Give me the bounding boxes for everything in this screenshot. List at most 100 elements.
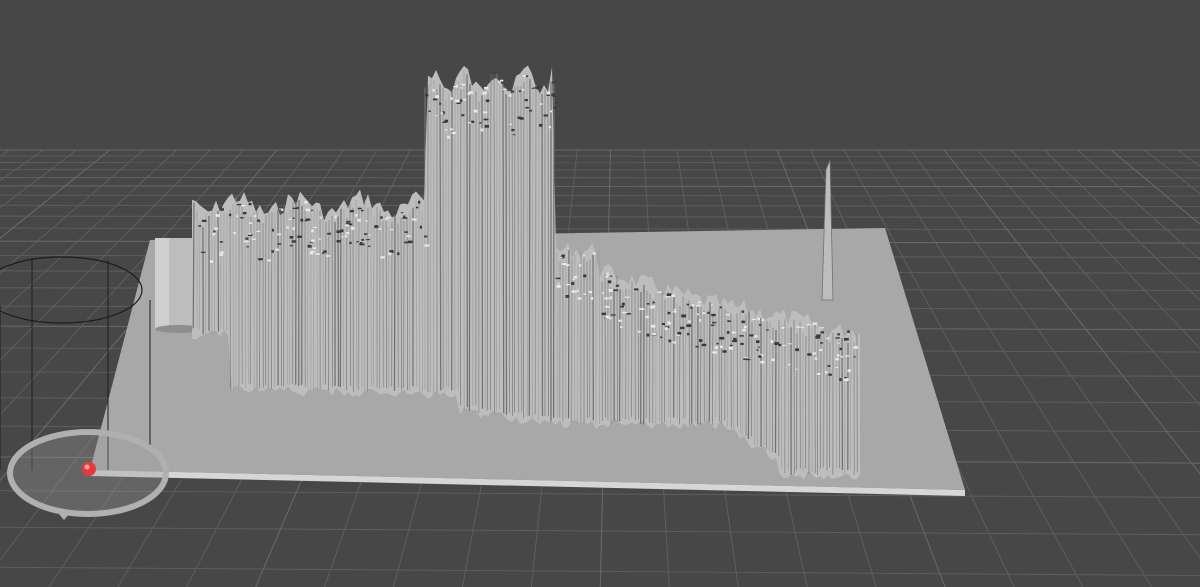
- model-striation: [339, 208, 342, 388]
- model-texture: [469, 91, 473, 94]
- model-texture: [696, 304, 701, 307]
- model-texture: [390, 228, 394, 231]
- model-striation: [267, 212, 270, 390]
- model-texture: [467, 122, 471, 124]
- model-texture: [291, 240, 297, 243]
- model-texture: [806, 323, 811, 326]
- model-texture: [843, 378, 849, 382]
- model-texture: [796, 326, 801, 328]
- model-texture: [839, 378, 842, 382]
- model-texture: [774, 342, 779, 345]
- model-texture: [267, 259, 272, 262]
- model-texture: [836, 353, 840, 357]
- model-texture: [728, 347, 734, 350]
- grid-line: [0, 194, 1200, 197]
- model-texture: [309, 251, 314, 255]
- model-texture: [482, 111, 488, 114]
- model-texture: [201, 219, 207, 222]
- model-texture: [340, 229, 344, 233]
- model-texture: [691, 304, 695, 307]
- model-texture: [565, 264, 570, 267]
- model-texture: [726, 331, 730, 334]
- model-texture: [311, 209, 314, 211]
- grid-line: [943, 149, 1200, 475]
- 3d-viewport[interactable]: [0, 0, 1200, 587]
- model-texture: [621, 302, 625, 306]
- model-texture: [218, 253, 224, 256]
- model-texture: [712, 351, 718, 354]
- model-texture: [650, 324, 656, 328]
- model-texture: [765, 329, 769, 331]
- model-texture: [649, 306, 655, 309]
- model-texture: [432, 98, 438, 101]
- model-texture: [620, 326, 623, 329]
- model-texture: [546, 94, 550, 96]
- model-texture: [781, 326, 785, 329]
- model-texture: [292, 207, 298, 210]
- grid-line: [0, 526, 1200, 536]
- model-texture: [605, 315, 610, 319]
- model-texture: [572, 278, 575, 281]
- model-texture: [315, 253, 320, 255]
- model-texture: [312, 247, 317, 250]
- model-texture: [853, 356, 856, 358]
- model-texture: [651, 333, 657, 336]
- model-texture: [511, 128, 515, 132]
- model-texture: [609, 317, 612, 320]
- model-texture: [646, 302, 650, 305]
- model-texture: [214, 227, 218, 230]
- model-texture: [741, 320, 745, 324]
- model-texture: [312, 226, 318, 228]
- model-texture: [729, 344, 733, 347]
- model-texture: [236, 215, 239, 217]
- model-texture: [667, 321, 670, 323]
- model-striation: [502, 83, 505, 414]
- model-texture: [483, 118, 489, 121]
- model-texture: [605, 305, 610, 308]
- model-texture: [271, 250, 274, 253]
- model-texture: [336, 240, 341, 243]
- model-texture: [839, 347, 843, 351]
- model-texture: [350, 226, 355, 230]
- model-texture: [607, 280, 612, 284]
- model-texture: [770, 340, 774, 344]
- model-texture: [435, 115, 438, 117]
- model-texture: [304, 201, 308, 204]
- model-texture: [522, 75, 527, 77]
- model-texture: [345, 224, 349, 227]
- model-texture: [816, 334, 821, 337]
- model-texture: [731, 331, 736, 334]
- model-texture: [565, 283, 570, 286]
- model-texture: [424, 235, 428, 238]
- model-texture: [253, 215, 257, 218]
- model-texture: [853, 346, 858, 349]
- model-texture: [449, 128, 453, 131]
- model-texture: [604, 297, 609, 300]
- model-texture: [365, 220, 369, 222]
- model-texture: [461, 114, 465, 117]
- model-texture: [576, 289, 579, 292]
- model-texture: [553, 96, 556, 98]
- model-texture: [716, 342, 719, 345]
- model-texture: [741, 310, 745, 313]
- model-texture: [424, 244, 430, 247]
- red-sphere-handle-icon[interactable]: [82, 462, 96, 476]
- model-texture: [561, 254, 566, 257]
- model-texture: [696, 313, 699, 316]
- model-texture: [657, 291, 662, 294]
- model-texture: [697, 301, 701, 304]
- model-texture: [820, 342, 823, 344]
- model-texture: [844, 376, 847, 379]
- model-striation: [505, 94, 508, 415]
- model-striation: [645, 290, 648, 419]
- model-texture: [847, 369, 851, 373]
- model-texture: [733, 337, 737, 341]
- model-texture: [800, 326, 805, 329]
- model-texture: [360, 242, 363, 245]
- rotation-ring-icon[interactable]: [7, 429, 169, 520]
- model-striation: [747, 312, 750, 440]
- model-texture: [360, 209, 364, 212]
- model-striation: [517, 85, 520, 413]
- model-texture: [233, 231, 237, 235]
- model-texture: [518, 90, 521, 93]
